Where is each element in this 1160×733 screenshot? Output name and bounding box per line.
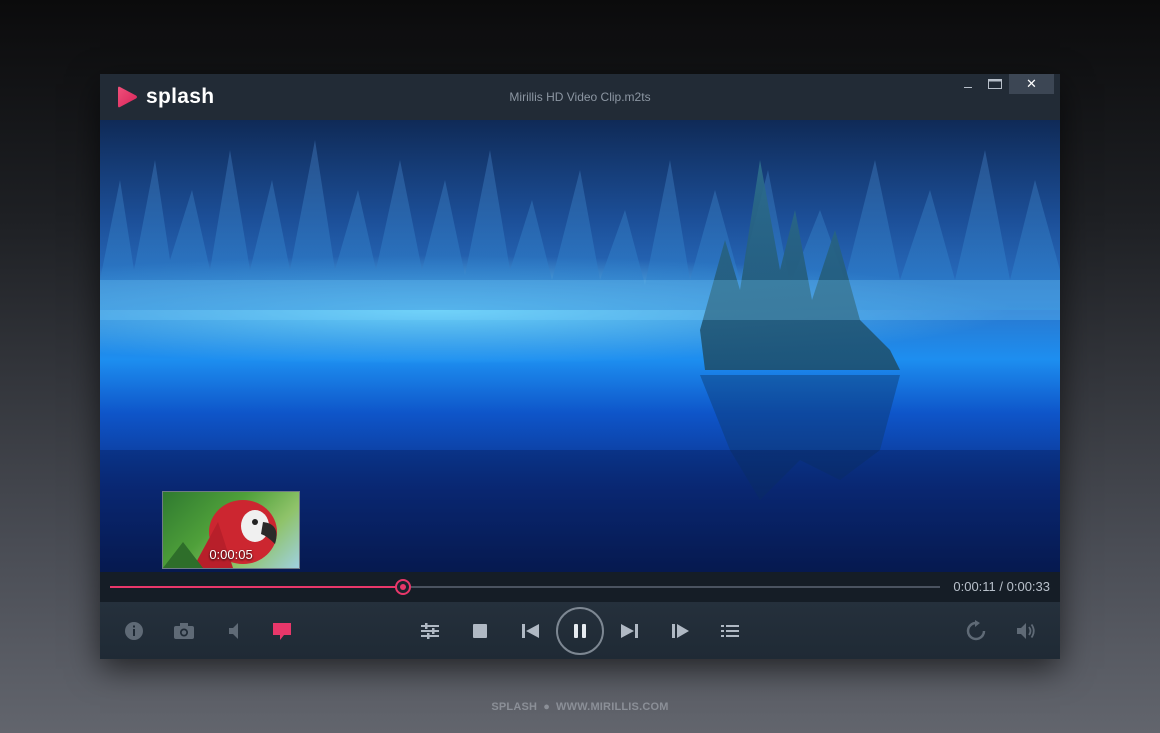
audio-track-button[interactable] <box>221 618 247 644</box>
seek-handle[interactable] <box>395 579 411 595</box>
minimize-icon <box>964 87 972 88</box>
close-button[interactable]: ✕ <box>1009 74 1054 94</box>
audio-icon <box>229 623 238 639</box>
maximize-icon <box>988 79 1002 89</box>
volume-icon <box>1017 623 1035 639</box>
maximize-button[interactable] <box>982 74 1008 94</box>
screenshot-button[interactable] <box>171 618 197 644</box>
footer: SPLASH ● WWW.MIRILLIS.COM <box>0 701 1160 713</box>
footer-brand: SPLASH <box>491 701 538 713</box>
subtitles-icon <box>273 623 291 640</box>
previous-icon <box>522 624 539 638</box>
repeat-button[interactable] <box>963 618 989 644</box>
next-icon <box>621 624 638 638</box>
minimize-button[interactable] <box>955 74 981 94</box>
control-bar <box>100 602 1060 659</box>
next-button[interactable] <box>617 618 643 644</box>
time-display: 0:00:11 / 0:00:33 <box>953 579 1050 594</box>
stop-icon <box>473 624 487 638</box>
frame-step-icon <box>672 624 689 638</box>
footer-separator: ● <box>543 701 551 713</box>
equalizer-icon <box>421 623 439 639</box>
volume-button[interactable] <box>1013 618 1039 644</box>
footer-url[interactable]: WWW.MIRILLIS.COM <box>556 701 669 713</box>
pause-button[interactable] <box>556 607 604 655</box>
stop-button[interactable] <box>467 618 493 644</box>
close-icon: ✕ <box>1026 76 1037 91</box>
playlist-icon <box>721 625 739 637</box>
playlist-button[interactable] <box>717 618 743 644</box>
video-frame[interactable]: 0:00:05 <box>100 120 1060 572</box>
info-button[interactable] <box>121 618 147 644</box>
thumbnail-timestamp: 0:00:05 <box>209 547 253 562</box>
seek-progress <box>110 586 403 588</box>
frame-step-button[interactable] <box>667 618 693 644</box>
previous-button[interactable] <box>517 618 543 644</box>
subtitles-button[interactable] <box>269 618 295 644</box>
pause-icon <box>574 624 586 638</box>
equalizer-button[interactable] <box>417 618 443 644</box>
player-window: splash Mirillis HD Video Clip.m2ts ✕ 0:0… <box>100 74 1060 659</box>
repeat-icon <box>966 620 986 641</box>
window-title: Mirillis HD Video Clip.m2ts <box>509 90 651 104</box>
title-bar: splash Mirillis HD Video Clip.m2ts ✕ <box>100 74 1060 120</box>
camera-icon <box>174 623 194 639</box>
seek-preview-thumbnail: 0:00:05 <box>162 491 300 569</box>
info-icon <box>125 622 143 640</box>
seek-bar[interactable]: 0:00:11 / 0:00:33 <box>100 572 1060 602</box>
